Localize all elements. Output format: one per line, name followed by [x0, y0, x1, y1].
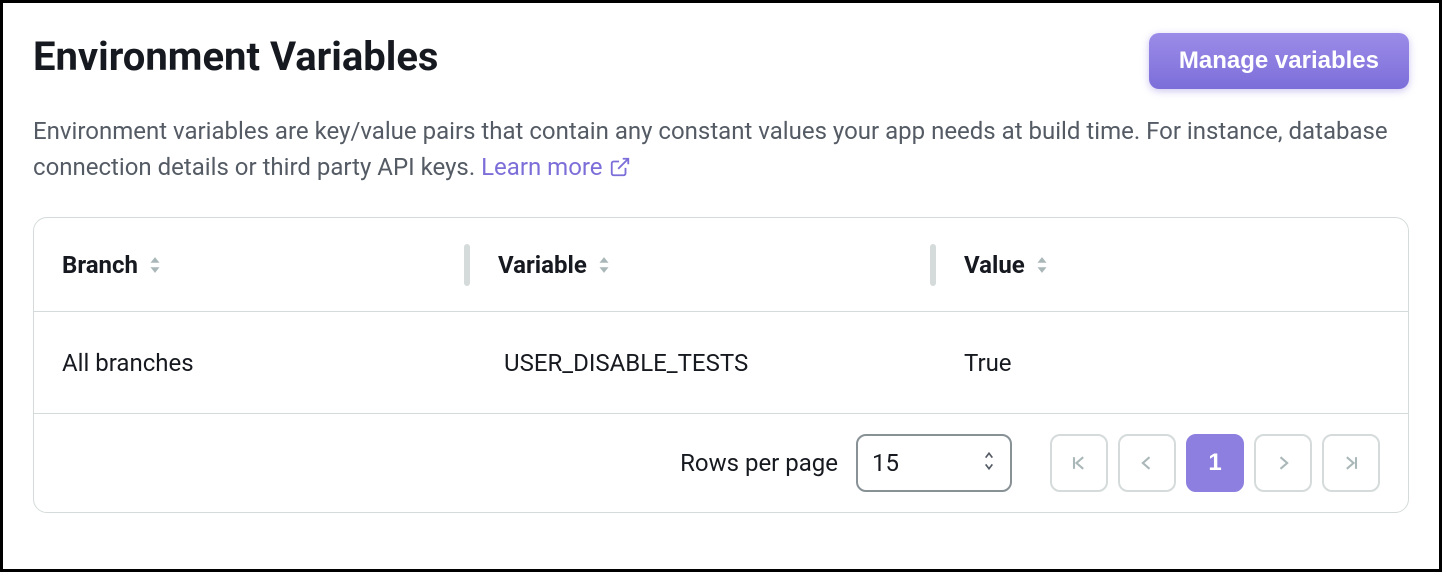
page-title: Environment Variables [33, 33, 438, 81]
cell-variable: USER_DISABLE_TESTS [464, 349, 924, 377]
rows-per-page-select[interactable]: 15 [856, 434, 1012, 492]
table-row: All branches USER_DISABLE_TESTS True [34, 312, 1408, 414]
external-link-icon [609, 156, 631, 178]
pagination-last-button[interactable] [1322, 434, 1380, 492]
table-header-row: Branch Variable Value [34, 218, 1408, 312]
column-header-value-label: Value [964, 251, 1025, 279]
description-body: Environment variables are key/value pair… [33, 117, 1388, 181]
pagination-page-1-button[interactable]: 1 [1186, 434, 1244, 492]
column-header-variable[interactable]: Variable [470, 218, 930, 311]
column-header-branch[interactable]: Branch [34, 218, 464, 311]
cell-value: True [924, 349, 1408, 377]
rows-per-page-value: 15 [872, 449, 899, 477]
pagination-first-button[interactable] [1050, 434, 1108, 492]
table-footer: Rows per page 15 1 [34, 414, 1408, 512]
manage-variables-button[interactable]: Manage variables [1149, 33, 1409, 89]
column-header-branch-label: Branch [62, 251, 138, 279]
column-header-value[interactable]: Value [936, 218, 1408, 311]
learn-more-link[interactable]: Learn more [481, 149, 630, 185]
cell-branch: All branches [34, 349, 464, 377]
pagination-prev-button[interactable] [1118, 434, 1176, 492]
rows-per-page-label: Rows per page [680, 449, 838, 477]
pagination-controls: 1 [1050, 434, 1380, 492]
select-chevron-icon [982, 449, 996, 477]
sort-icon [148, 256, 162, 274]
column-header-variable-label: Variable [498, 251, 587, 279]
sort-icon [597, 256, 611, 274]
learn-more-label: Learn more [481, 149, 602, 185]
pagination-next-button[interactable] [1254, 434, 1312, 492]
sort-icon [1035, 256, 1049, 274]
description-text: Environment variables are key/value pair… [33, 113, 1409, 185]
env-variables-table: Branch Variable Value All branches USER_… [33, 217, 1409, 513]
